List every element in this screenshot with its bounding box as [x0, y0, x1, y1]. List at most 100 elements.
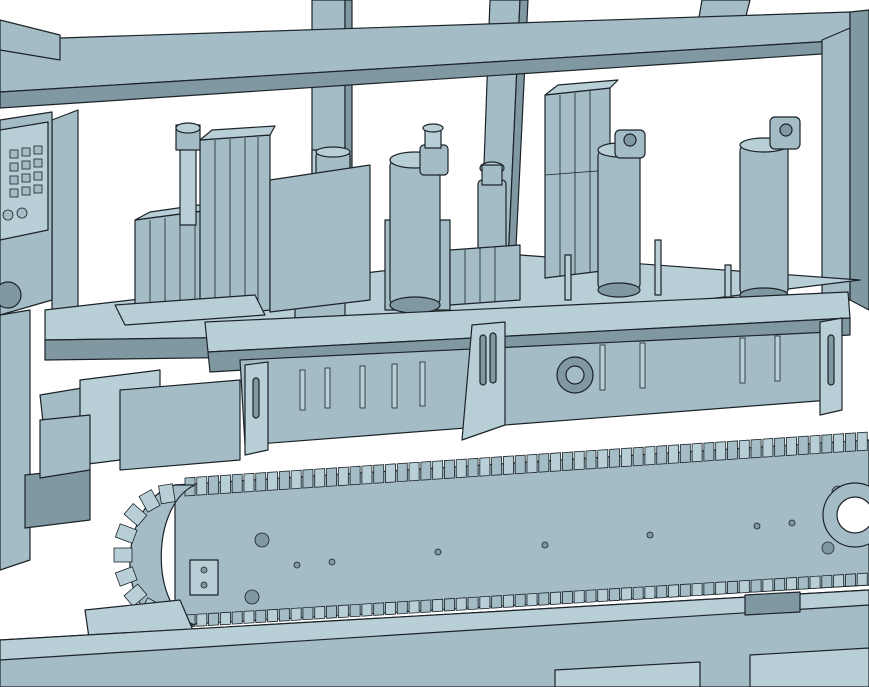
chain-link	[255, 609, 267, 624]
chain-link	[326, 605, 337, 619]
chain-link	[479, 595, 491, 610]
chain-link	[290, 607, 302, 621]
chain-link	[809, 575, 821, 590]
chain-link	[538, 453, 550, 473]
chain-link	[786, 577, 797, 591]
chain-link	[467, 457, 479, 478]
chain-link	[349, 603, 361, 618]
chain-link	[302, 468, 314, 489]
chain-link	[715, 441, 727, 461]
chain-link	[408, 600, 420, 614]
chain-link	[609, 587, 620, 602]
chain-link	[821, 434, 833, 454]
chain-link	[585, 589, 597, 603]
chain-link	[573, 590, 585, 604]
chain-link	[243, 610, 255, 624]
chain-link	[774, 577, 786, 592]
chain-link	[550, 452, 562, 472]
chain-link	[703, 442, 715, 462]
chain-link	[715, 581, 727, 595]
chain-link	[396, 462, 408, 483]
chain-link	[278, 470, 290, 491]
chain-link	[479, 457, 491, 477]
chain-link	[620, 447, 632, 468]
chain-link	[845, 432, 856, 453]
chain-link	[597, 588, 609, 603]
chain-link	[609, 448, 620, 468]
chain-link	[113, 547, 133, 563]
chain-link	[208, 475, 220, 495]
chain-link	[432, 460, 444, 480]
tension-block	[189, 559, 219, 596]
chain-link	[514, 593, 526, 608]
chain-link	[632, 446, 644, 467]
chain-link	[738, 439, 750, 460]
chain-link	[361, 465, 373, 485]
chain-link	[526, 453, 538, 474]
chain-link	[585, 449, 597, 470]
chain-link	[314, 468, 326, 488]
chain-link	[762, 438, 774, 458]
chain-link	[444, 598, 455, 612]
chain-link	[326, 467, 337, 487]
chain-link	[420, 599, 432, 613]
chain-link	[385, 601, 396, 616]
chain-link	[396, 600, 408, 615]
chain-link	[703, 582, 715, 596]
chain-link	[750, 438, 762, 459]
chain-link	[314, 605, 326, 620]
chain-link	[561, 451, 573, 472]
chain-link	[267, 608, 278, 623]
chain-link	[538, 592, 550, 606]
chain-link	[821, 574, 833, 589]
chain-link	[727, 580, 738, 595]
chain-link	[455, 458, 467, 479]
chain-link	[561, 590, 573, 605]
chain-link	[158, 483, 176, 505]
chain-link	[243, 472, 255, 493]
chain-link	[196, 613, 208, 627]
chain-link	[632, 586, 644, 600]
chain-link	[432, 598, 444, 613]
chain-link	[337, 466, 349, 487]
chain-link	[491, 456, 503, 476]
chain-link	[361, 603, 373, 617]
chain-link	[856, 431, 868, 452]
cad-model	[0, 0, 869, 687]
chain-link	[656, 584, 668, 599]
chain-link	[196, 476, 208, 496]
chain-link	[786, 436, 797, 456]
chain-link	[337, 604, 349, 619]
chain-link	[809, 434, 821, 455]
chain-link	[573, 450, 585, 471]
chain-link	[491, 595, 503, 609]
chain-link	[526, 592, 538, 607]
chain-link	[290, 469, 302, 490]
chain-link	[856, 572, 868, 587]
chain-link	[373, 602, 385, 616]
chain-link	[797, 435, 809, 456]
chain-link	[255, 472, 267, 492]
cad-viewport[interactable]	[0, 0, 869, 687]
chain-link	[597, 449, 609, 469]
chain-link	[231, 473, 243, 494]
chain-link	[267, 471, 278, 491]
chain-link	[503, 455, 514, 476]
chain-link	[656, 445, 668, 465]
chain-link	[668, 584, 679, 598]
chain-link	[644, 585, 656, 600]
chain-link	[644, 445, 656, 466]
chain-link	[514, 454, 526, 475]
chain-link	[550, 591, 562, 605]
chain-link	[302, 606, 314, 621]
chain-link	[797, 576, 809, 590]
chain-link	[727, 440, 738, 460]
chain-link	[738, 579, 750, 594]
chain-link	[679, 583, 691, 598]
chain-link	[349, 465, 361, 486]
chain-link	[420, 461, 432, 481]
chain-link	[762, 578, 774, 592]
chain-link	[774, 437, 786, 457]
chain-link	[620, 587, 632, 601]
chain-link	[679, 443, 691, 464]
